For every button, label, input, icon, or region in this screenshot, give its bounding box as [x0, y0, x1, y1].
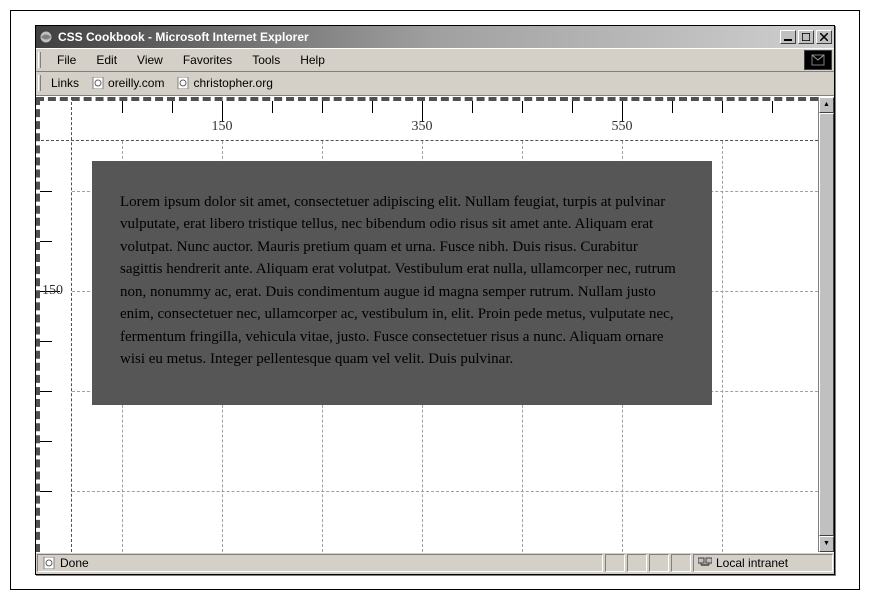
favorite-link-christopher[interactable]: christopher.org [170, 74, 278, 92]
ie-app-icon [38, 29, 54, 45]
menubar: File Edit View Favorites Tools Help [36, 48, 834, 72]
ruler-tick [40, 441, 52, 442]
status-main: Done [37, 554, 603, 572]
ruler-label: 550 [612, 119, 633, 135]
status-text: Done [60, 556, 89, 570]
menu-tools[interactable]: Tools [242, 50, 290, 70]
zone-text: Local intranet [716, 556, 788, 570]
scroll-up-button[interactable]: ▲ [819, 97, 834, 113]
ruler-tick [40, 191, 52, 192]
body-text: Lorem ipsum dolor sit amet, consectetuer… [120, 194, 676, 368]
ruler-tick [272, 101, 273, 113]
menu-help[interactable]: Help [290, 50, 335, 70]
ruler-tick [40, 491, 52, 492]
figure-frame: CSS Cookbook - Microsoft Internet Explor… [10, 10, 860, 590]
ruler-label: 150 [212, 119, 233, 135]
favorite-link-oreilly[interactable]: oreilly.com [85, 74, 170, 92]
network-icon [698, 556, 712, 571]
page-icon [42, 556, 56, 570]
links-label: Links [45, 76, 85, 90]
status-slot [605, 554, 625, 572]
ruler-tick [172, 101, 173, 113]
titlebar: CSS Cookbook - Microsoft Internet Explor… [36, 26, 834, 48]
browser-window: CSS Cookbook - Microsoft Internet Explor… [35, 25, 835, 575]
ruler-tick [40, 341, 52, 342]
ruler-tick [572, 101, 573, 113]
close-button[interactable] [816, 30, 832, 44]
status-slot [649, 554, 669, 572]
ruler-tick [40, 241, 52, 242]
ruler-tick [422, 101, 423, 121]
page-icon [176, 76, 190, 90]
minimize-button[interactable] [780, 30, 796, 44]
scroll-track[interactable] [819, 113, 834, 536]
ruler-tick [122, 101, 123, 113]
status-slot [671, 554, 691, 572]
window-controls [780, 30, 832, 44]
content-box: Lorem ipsum dolor sit amet, consectetuer… [92, 161, 712, 405]
ruler-tick [622, 101, 623, 121]
scroll-thumb[interactable] [819, 113, 834, 536]
favorite-link-label: oreilly.com [108, 76, 164, 90]
ruler-label: 350 [412, 119, 433, 135]
scroll-down-button[interactable]: ▼ [819, 536, 834, 552]
ruler-tick [322, 101, 323, 113]
ruler-tick [722, 101, 723, 113]
ruler-tick [40, 391, 52, 392]
ruler-tick [772, 101, 773, 113]
status-zone: Local intranet [693, 554, 833, 572]
ruler-tick [222, 101, 223, 121]
vertical-ruler [36, 97, 72, 552]
statusbar: Done Local intranet [36, 552, 834, 574]
menu-edit[interactable]: Edit [86, 50, 127, 70]
menu-favorites[interactable]: Favorites [173, 50, 242, 70]
favorite-link-label: christopher.org [193, 76, 272, 90]
ruler-tick [672, 101, 673, 113]
menu-view[interactable]: View [127, 50, 173, 70]
grid-line [72, 491, 818, 492]
ruler-tick [522, 101, 523, 113]
ie-throbber-icon [804, 50, 832, 70]
menu-file[interactable]: File [47, 50, 86, 70]
linksbar: Links oreilly.com christopher.org [36, 72, 834, 96]
ruler-tick [472, 101, 473, 113]
toolbar-grip[interactable] [38, 52, 41, 68]
vertical-scrollbar[interactable]: ▲ ▼ [818, 97, 834, 552]
maximize-button[interactable] [798, 30, 814, 44]
ruler-tick [372, 101, 373, 113]
window-title: CSS Cookbook - Microsoft Internet Explor… [58, 30, 780, 44]
viewport[interactable]: 150 350 550 150 [36, 97, 818, 552]
ruler-label: 150 [42, 283, 63, 299]
content-area: 150 350 550 150 [36, 96, 834, 552]
page-icon [91, 76, 105, 90]
toolbar-grip[interactable] [38, 75, 41, 91]
status-slot [627, 554, 647, 572]
